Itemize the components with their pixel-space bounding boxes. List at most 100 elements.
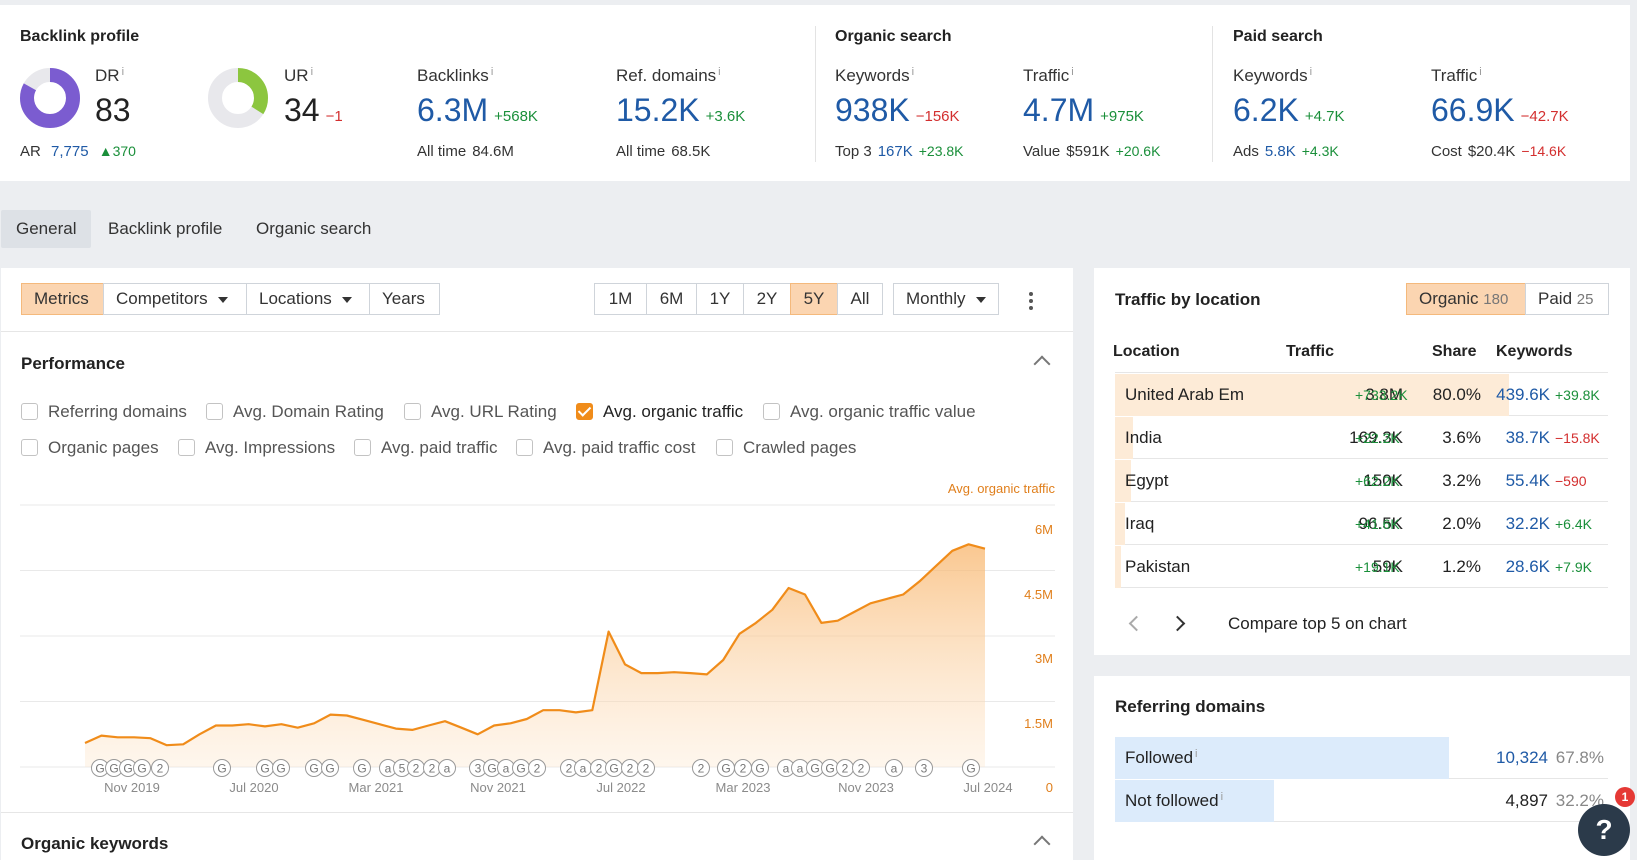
paid-traffic-info-icon[interactable]: i xyxy=(1479,66,1481,78)
location-name[interactable]: Pakistan xyxy=(1125,557,1190,577)
range-all-button[interactable]: All xyxy=(837,283,883,315)
annotation-marker[interactable]: G xyxy=(806,759,824,777)
checkbox-avg-domain-rating[interactable]: Avg. Domain Rating xyxy=(206,402,384,422)
ref-domains-label[interactable]: Ref. domains i xyxy=(616,66,721,86)
annotation-marker[interactable]: G xyxy=(751,759,769,777)
annotation-marker[interactable]: 2 xyxy=(423,759,441,777)
annotation-marker[interactable]: G xyxy=(213,759,231,777)
annotation-marker[interactable]: a xyxy=(791,759,809,777)
dr-info-icon[interactable]: i xyxy=(122,66,124,78)
ref-row-not-followed[interactable]: Not followed i 4,897 32.2% xyxy=(1115,780,1608,822)
location-keywords[interactable]: 38.7K xyxy=(1506,428,1550,448)
annotation-marker[interactable]: 2 xyxy=(407,759,425,777)
annotation-marker[interactable]: 2 xyxy=(637,759,655,777)
tab-organic-search[interactable]: Organic search xyxy=(241,210,386,248)
annotation-marker[interactable]: G xyxy=(353,759,371,777)
range-1m-button[interactable]: 1M xyxy=(594,283,647,315)
checkbox-avg-organic-traffic-value[interactable]: Avg. organic traffic value xyxy=(763,402,976,422)
annotation-marker[interactable]: 2 xyxy=(692,759,710,777)
followed-value[interactable]: 10,324 xyxy=(1496,748,1548,768)
annotation-marker[interactable]: 2 xyxy=(590,759,608,777)
ref-domains-value[interactable]: 15.2K +3.6K xyxy=(616,92,745,129)
col-share[interactable]: Share xyxy=(1432,343,1476,361)
checkbox-avg-url-rating[interactable]: Avg. URL Rating xyxy=(404,402,557,422)
location-name[interactable]: United Arab Em xyxy=(1125,385,1244,405)
not-followed-value[interactable]: 4,897 xyxy=(1505,791,1548,811)
ur-label[interactable]: UR i xyxy=(284,66,313,86)
dr-label[interactable]: DR i xyxy=(95,66,124,86)
col-location[interactable]: Location xyxy=(1113,343,1180,361)
location-keywords[interactable]: 55.4K xyxy=(1506,471,1550,491)
annotation-marker[interactable]: a xyxy=(885,759,903,777)
paid-keywords-info-icon[interactable]: i xyxy=(1310,66,1312,78)
annotation-marker[interactable]: a xyxy=(497,759,515,777)
annotation-marker[interactable]: 2 xyxy=(852,759,870,777)
range-2y-button[interactable]: 2Y xyxy=(743,283,791,315)
location-name[interactable]: Iraq xyxy=(1125,514,1154,534)
ref-row-followed[interactable]: Followed i 10,324 67.8% xyxy=(1115,737,1608,779)
location-row[interactable]: Iraq 96.5K +41.6K 2.0% 32.2K +6.4K xyxy=(1115,503,1608,545)
backlinks-info-icon[interactable]: i xyxy=(491,66,493,78)
annotation-marker[interactable]: a xyxy=(438,759,456,777)
annotation-marker[interactable]: G xyxy=(133,759,151,777)
organic-keywords-label[interactable]: Keywords i xyxy=(835,66,914,86)
paid-traffic-value[interactable]: 66.9K −42.7K xyxy=(1431,92,1569,129)
annotation-marker[interactable]: 2 xyxy=(621,759,639,777)
paid-toggle[interactable]: Paid 25 xyxy=(1525,283,1609,315)
paid-traffic-label[interactable]: Traffic i xyxy=(1431,66,1482,86)
annotation-marker[interactable]: G xyxy=(272,759,290,777)
organic-traffic-value[interactable]: 4.7M +975K xyxy=(1023,92,1144,129)
metrics-button[interactable]: Metrics xyxy=(21,283,104,315)
range-1y-button[interactable]: 1Y xyxy=(696,283,744,315)
location-name[interactable]: Egypt xyxy=(1125,471,1168,491)
ar-value[interactable]: 7,775 xyxy=(51,143,89,160)
competitors-dropdown[interactable]: Competitors xyxy=(103,283,247,315)
backlinks-label[interactable]: Backlinks i xyxy=(417,66,493,86)
organic-traffic-label[interactable]: Traffic i xyxy=(1023,66,1074,86)
checkbox-referring-domains[interactable]: Referring domains xyxy=(21,402,187,422)
organic-toggle[interactable]: Organic 180 xyxy=(1406,283,1526,315)
location-name[interactable]: India xyxy=(1125,428,1162,448)
organic-keywords-value[interactable]: 938K −156K xyxy=(835,92,960,129)
location-row[interactable]: Pakistan 59K +19.1K 1.2% 28.6K +7.9K xyxy=(1115,546,1608,588)
annotation-marker[interactable]: G xyxy=(256,759,274,777)
location-row[interactable]: United Arab Em 3.8M +733.2K 80.0% 439.6K +39.… xyxy=(1115,374,1608,416)
tab-general[interactable]: General xyxy=(1,210,92,248)
locations-dropdown[interactable]: Locations xyxy=(246,283,370,315)
compare-top-5-link[interactable]: Compare top 5 on chart xyxy=(1228,614,1407,634)
location-row[interactable]: India 169.3K +22.2K 3.6% 38.7K −15.8K xyxy=(1115,417,1608,459)
checkbox-crawled-pages[interactable]: Crawled pages xyxy=(716,438,856,458)
more-options-icon[interactable] xyxy=(1029,290,1035,312)
annotation-marker[interactable]: 3 xyxy=(915,759,933,777)
tab-backlink-profile[interactable]: Backlink profile xyxy=(93,210,237,248)
paid-keywords-label[interactable]: Keywords i xyxy=(1233,66,1312,86)
organic-keywords-info-icon[interactable]: i xyxy=(912,66,914,78)
annotation-marker[interactable]: 2 xyxy=(528,759,546,777)
range-6m-button[interactable]: 6M xyxy=(646,283,697,315)
annotation-marker[interactable]: G xyxy=(305,759,323,777)
top3-value[interactable]: 167K xyxy=(878,143,913,160)
checkbox-avg-paid-traffic-cost[interactable]: Avg. paid traffic cost xyxy=(516,438,695,458)
annotation-marker[interactable]: G xyxy=(717,759,735,777)
annotation-marker[interactable]: 2 xyxy=(836,759,854,777)
location-keywords[interactable]: 28.6K xyxy=(1506,557,1550,577)
annotation-marker[interactable]: G xyxy=(512,759,530,777)
checkbox-avg-organic-traffic[interactable]: Avg. organic traffic xyxy=(576,402,743,422)
range-5y-button[interactable]: 5Y xyxy=(790,283,838,315)
paid-keywords-value[interactable]: 6.2K +4.7K xyxy=(1233,92,1344,129)
checkbox-avg-paid-traffic[interactable]: Avg. paid traffic xyxy=(354,438,498,458)
annotation-marker[interactable]: a xyxy=(574,759,592,777)
location-keywords[interactable]: 32.2K xyxy=(1506,514,1550,534)
years-button[interactable]: Years xyxy=(369,283,440,315)
location-keywords[interactable]: 439.6K xyxy=(1496,385,1550,405)
annotation-marker[interactable]: G xyxy=(321,759,339,777)
checkbox-avg-impressions[interactable]: Avg. Impressions xyxy=(178,438,335,458)
ur-info-icon[interactable]: i xyxy=(311,66,313,78)
checkbox-organic-pages[interactable]: Organic pages xyxy=(21,438,159,458)
annotation-marker[interactable]: G xyxy=(962,759,980,777)
col-traffic[interactable]: Traffic xyxy=(1286,343,1334,361)
performance-chart[interactable]: GGGG2GGGGGGa522a3GaG22a2G222G2GaaGG22a3G xyxy=(0,495,1073,795)
not-followed-info-icon[interactable]: i xyxy=(1221,791,1223,803)
ads-value[interactable]: 5.8K xyxy=(1265,143,1296,160)
interval-dropdown[interactable]: Monthly xyxy=(893,283,999,315)
